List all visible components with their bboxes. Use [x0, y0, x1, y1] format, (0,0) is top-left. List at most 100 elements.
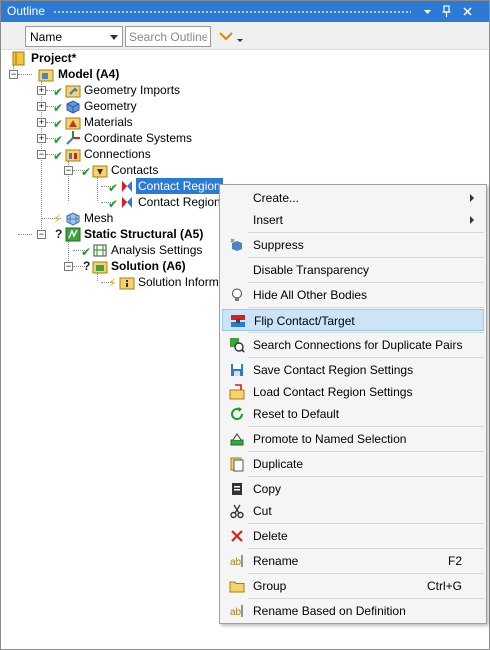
menu-item-search-duplicate-pairs[interactable]: Search Connections for Duplicate Pairs	[222, 334, 484, 356]
question-icon: ?	[55, 227, 63, 241]
menu-item-label: Copy	[253, 482, 282, 496]
collapse-toggle[interactable]: −	[37, 150, 46, 159]
tree-node-geometry-imports[interactable]: ✔ Geometry Imports	[53, 82, 182, 98]
tree-node-solution[interactable]: ? Solution (A6)	[81, 258, 188, 274]
menu-item-load-contact-settings[interactable]: Load Contact Region Settings	[222, 381, 484, 403]
save-icon	[229, 362, 245, 378]
tree-node-label: Connections	[84, 147, 151, 161]
svg-text:ab: ab	[230, 557, 242, 568]
menu-item-insert[interactable]: Insert	[222, 209, 484, 231]
check-icon: ✔	[53, 117, 64, 131]
check-icon: ✔	[108, 181, 119, 195]
menu-item-disable-transparency[interactable]: Disable Transparency	[222, 259, 484, 281]
menu-item-label: Hide All Other Bodies	[253, 288, 368, 302]
tree-node-contact-region-2[interactable]: ✔ Contact Region 2	[108, 194, 233, 210]
tree-node-label: Analysis Settings	[111, 243, 203, 257]
menu-item-reset-to-default[interactable]: Reset to Default	[222, 403, 484, 425]
tree-node-label: Contacts	[111, 163, 159, 177]
lightbulb-icon	[229, 287, 245, 303]
static-structural-icon	[65, 226, 81, 242]
menu-item-flip-contact-target[interactable]: Flip Contact/Target	[222, 309, 484, 331]
menu-item-cut[interactable]: Cut	[222, 500, 484, 522]
promote-icon	[229, 431, 245, 447]
menu-item-label: Rename Based on Definition	[253, 604, 406, 618]
tree-node-connections[interactable]: ✔ Connections	[53, 146, 153, 162]
collapse-toggle[interactable]: −	[64, 166, 73, 175]
menu-item-promote-named-selection[interactable]: Promote to Named Selection	[222, 428, 484, 450]
tree-node-label: Geometry	[84, 99, 137, 113]
dropdown-icon[interactable]	[419, 3, 436, 20]
check-icon: ✔	[81, 165, 92, 179]
lightning-icon: ⚡	[53, 212, 62, 226]
search-outline-input[interactable]	[125, 26, 211, 47]
menu-item-label: Rename	[253, 554, 299, 568]
tree-node-project[interactable]: Project*	[11, 50, 78, 66]
model-icon	[38, 66, 54, 82]
menu-item-label: Disable Transparency	[253, 263, 370, 277]
tree-node-label: Model (A4)	[58, 67, 120, 81]
close-icon[interactable]	[459, 3, 476, 20]
menu-item-shortcut: Ctrl+G	[426, 579, 462, 593]
tree-node-label: Static Structural (A5)	[84, 227, 204, 241]
contact-region-icon	[119, 178, 135, 194]
tree-node-materials[interactable]: ✔ Materials	[53, 114, 135, 130]
check-icon: ✔	[53, 133, 64, 147]
menu-item-group[interactable]: Group Ctrl+G	[222, 575, 484, 597]
menu-item-label: Reset to Default	[253, 407, 340, 421]
expand-toggle[interactable]: +	[37, 102, 46, 111]
menu-item-delete[interactable]: Delete	[222, 525, 484, 547]
materials-icon	[65, 114, 81, 130]
menu-item-label: Duplicate	[253, 457, 304, 471]
filter-chevron-icon[interactable]	[217, 28, 247, 46]
collapse-toggle[interactable]: −	[37, 230, 46, 239]
tree-node-static-structural[interactable]: ? Static Structural (A5)	[53, 226, 205, 242]
expand-toggle[interactable]: +	[37, 118, 46, 127]
check-icon: ✔	[53, 85, 64, 99]
tree-node-analysis-settings[interactable]: ✔ Analysis Settings	[81, 242, 204, 258]
menu-item-label: Cut	[253, 504, 272, 518]
menu-item-rename[interactable]: ab Rename F2	[222, 550, 484, 572]
pin-icon[interactable]	[438, 3, 455, 20]
tree-node-geometry[interactable]: ✔ Geometry	[53, 98, 139, 114]
expand-toggle[interactable]: +	[37, 134, 46, 143]
delete-icon	[229, 528, 245, 544]
menu-item-shortcut: F2	[447, 554, 462, 568]
tree-node-coordinate-systems[interactable]: ✔ Coordinate Systems	[53, 130, 194, 146]
lightning-icon: ⚡	[108, 276, 117, 290]
menu-item-label: Create...	[253, 191, 300, 205]
search-connections-icon	[229, 337, 245, 353]
collapse-toggle[interactable]: −	[64, 262, 73, 271]
menu-item-hide-all-other-bodies[interactable]: Hide All Other Bodies	[222, 284, 484, 306]
reset-icon	[229, 406, 245, 422]
menu-item-label: Suppress	[253, 238, 304, 252]
name-filter-combo[interactable]: Name	[25, 26, 123, 47]
menu-item-create[interactable]: Create...	[222, 187, 484, 209]
menu-item-label: Group	[253, 579, 287, 593]
menu-item-copy[interactable]: Copy	[222, 478, 484, 500]
menu-item-suppress[interactable]: Suppress	[222, 234, 484, 256]
tree-node-label: Materials	[84, 115, 133, 129]
analysis-settings-icon	[92, 242, 108, 258]
coordinate-systems-icon	[65, 130, 81, 146]
contact-region-icon	[119, 194, 135, 210]
tree-node-model[interactable]: Model (A4)	[38, 66, 121, 82]
tree-node-label: Coordinate Systems	[84, 131, 193, 145]
tree-node-contacts[interactable]: ✔ Contacts	[81, 162, 160, 178]
rename-icon: ab	[229, 553, 245, 569]
submenu-arrow-icon	[470, 194, 474, 202]
menu-item-duplicate[interactable]: Duplicate	[222, 453, 484, 475]
titlebar-grip[interactable]	[53, 10, 411, 14]
collapse-toggle[interactable]: −	[9, 70, 18, 79]
menu-item-label: Insert	[253, 213, 284, 227]
menu-item-save-contact-settings[interactable]: Save Contact Region Settings	[222, 359, 484, 381]
tree-node-contact-region[interactable]: ✔ Contact Region	[108, 177, 224, 195]
tree-node-label: Mesh	[84, 211, 114, 225]
outline-panel: Outline Name Search Outline Project* − M…	[0, 0, 490, 650]
tree-node-mesh[interactable]: ⚡ Mesh	[53, 210, 115, 226]
solution-information-icon	[119, 274, 135, 290]
expand-toggle[interactable]: +	[37, 86, 46, 95]
name-filter-value: Name	[30, 30, 63, 44]
folder-icon	[229, 578, 245, 594]
outline-toolbar: Name	[1, 22, 489, 50]
menu-item-rename-based-on-definition[interactable]: ab Rename Based on Definition	[222, 600, 484, 622]
